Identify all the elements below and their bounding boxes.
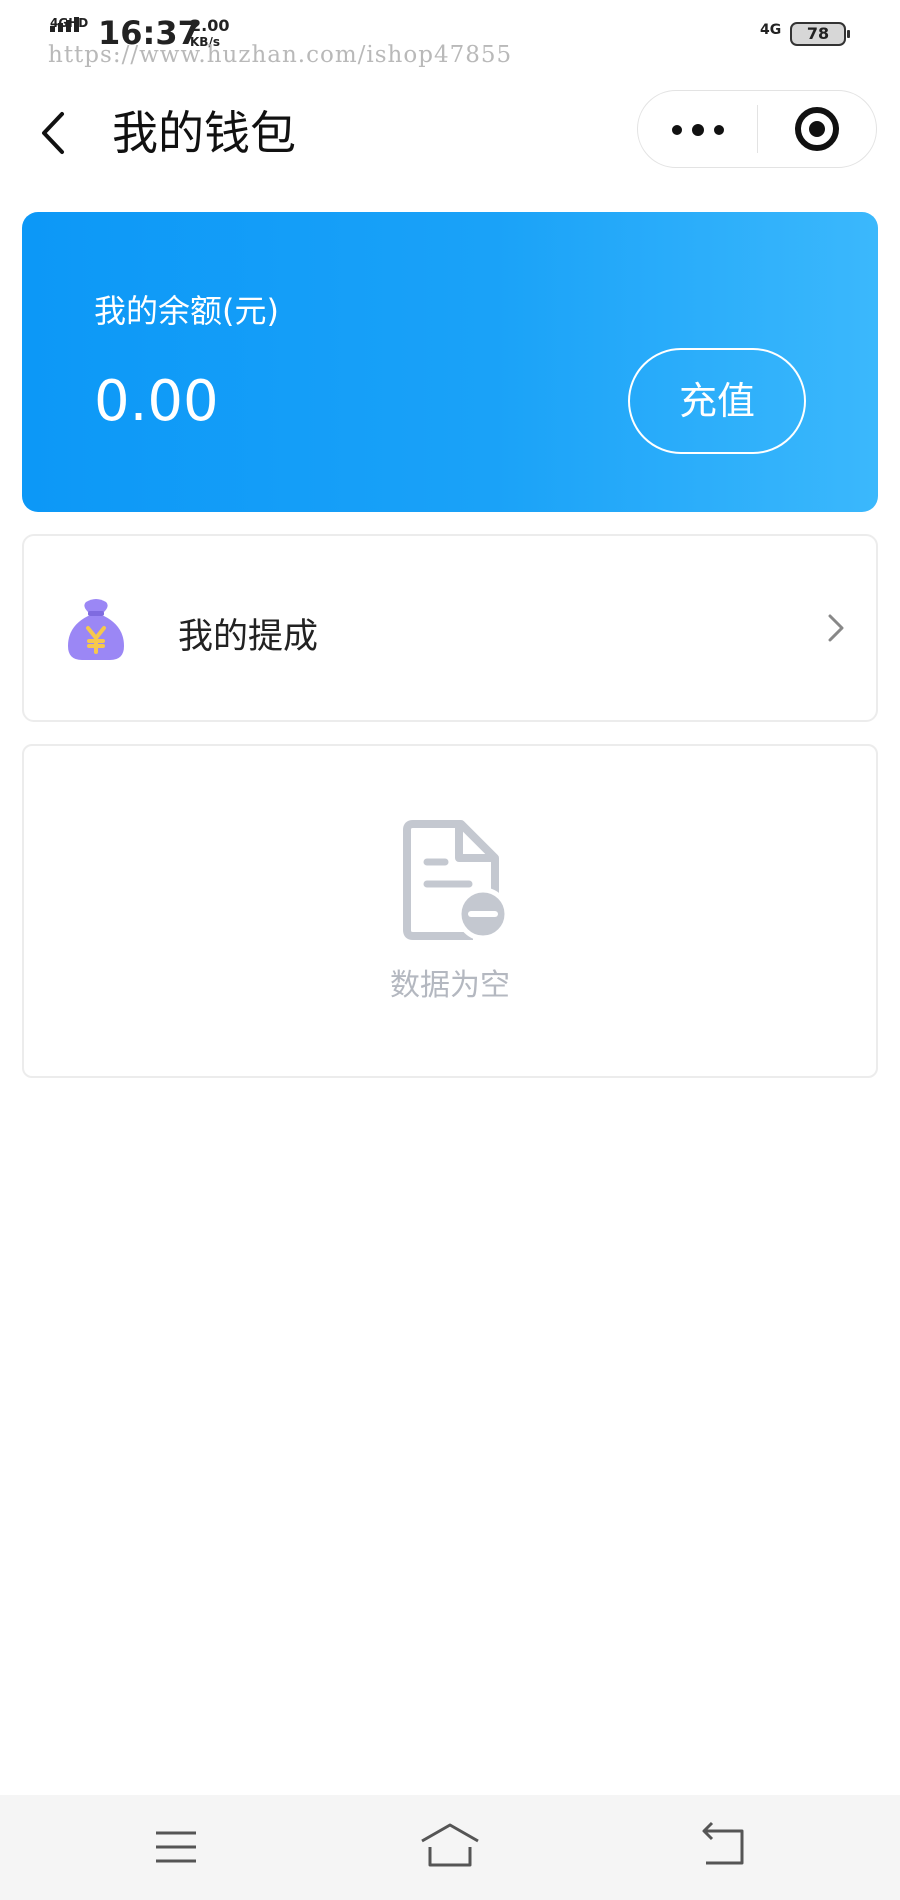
records-list: 数据为空: [22, 744, 878, 1078]
back-button[interactable]: [30, 106, 84, 160]
commission-label: 我的提成: [178, 617, 319, 657]
wallet-page: 4GHD 16:37 2.00 KB/s https://www.huzhan.…: [0, 0, 900, 1900]
system-menu-button[interactable]: [144, 1817, 208, 1877]
navigation-bar: 我的钱包: [0, 88, 900, 178]
balance-amount: 0.00: [94, 369, 219, 434]
menu-icon: [156, 1831, 196, 1863]
commission-menu-item[interactable]: 我的提成: [22, 534, 878, 722]
home-icon: [421, 1823, 479, 1867]
balance-label: 我的余额(元): [94, 292, 279, 330]
back-icon: [702, 1821, 744, 1865]
network-speed-value: 2.00: [190, 16, 230, 35]
page-title: 我的钱包: [112, 106, 296, 160]
chevron-left-icon: [42, 112, 64, 154]
close-button[interactable]: [758, 91, 876, 167]
mini-program-capsule: [637, 90, 877, 168]
status-bar: 4GHD 16:37 2.00 KB/s https://www.huzhan.…: [0, 0, 900, 80]
document-minus-icon: [403, 820, 509, 941]
chevron-right-icon: [828, 614, 844, 642]
recharge-button[interactable]: 充值: [628, 348, 806, 454]
system-back-button[interactable]: [692, 1817, 756, 1877]
watermark-text: https://www.huzhan.com/ishop47855: [48, 42, 513, 68]
system-home-button[interactable]: [418, 1817, 482, 1877]
balance-card: 我的余额(元) 0.00 充值: [22, 212, 878, 512]
money-bag-icon: [68, 599, 124, 660]
empty-state-text: 数据为空: [390, 968, 510, 1003]
more-button[interactable]: [638, 91, 756, 167]
system-navigation-bar: [0, 1795, 900, 1900]
battery-icon: 78: [790, 22, 850, 46]
network-type-right: 4G: [760, 22, 782, 38]
